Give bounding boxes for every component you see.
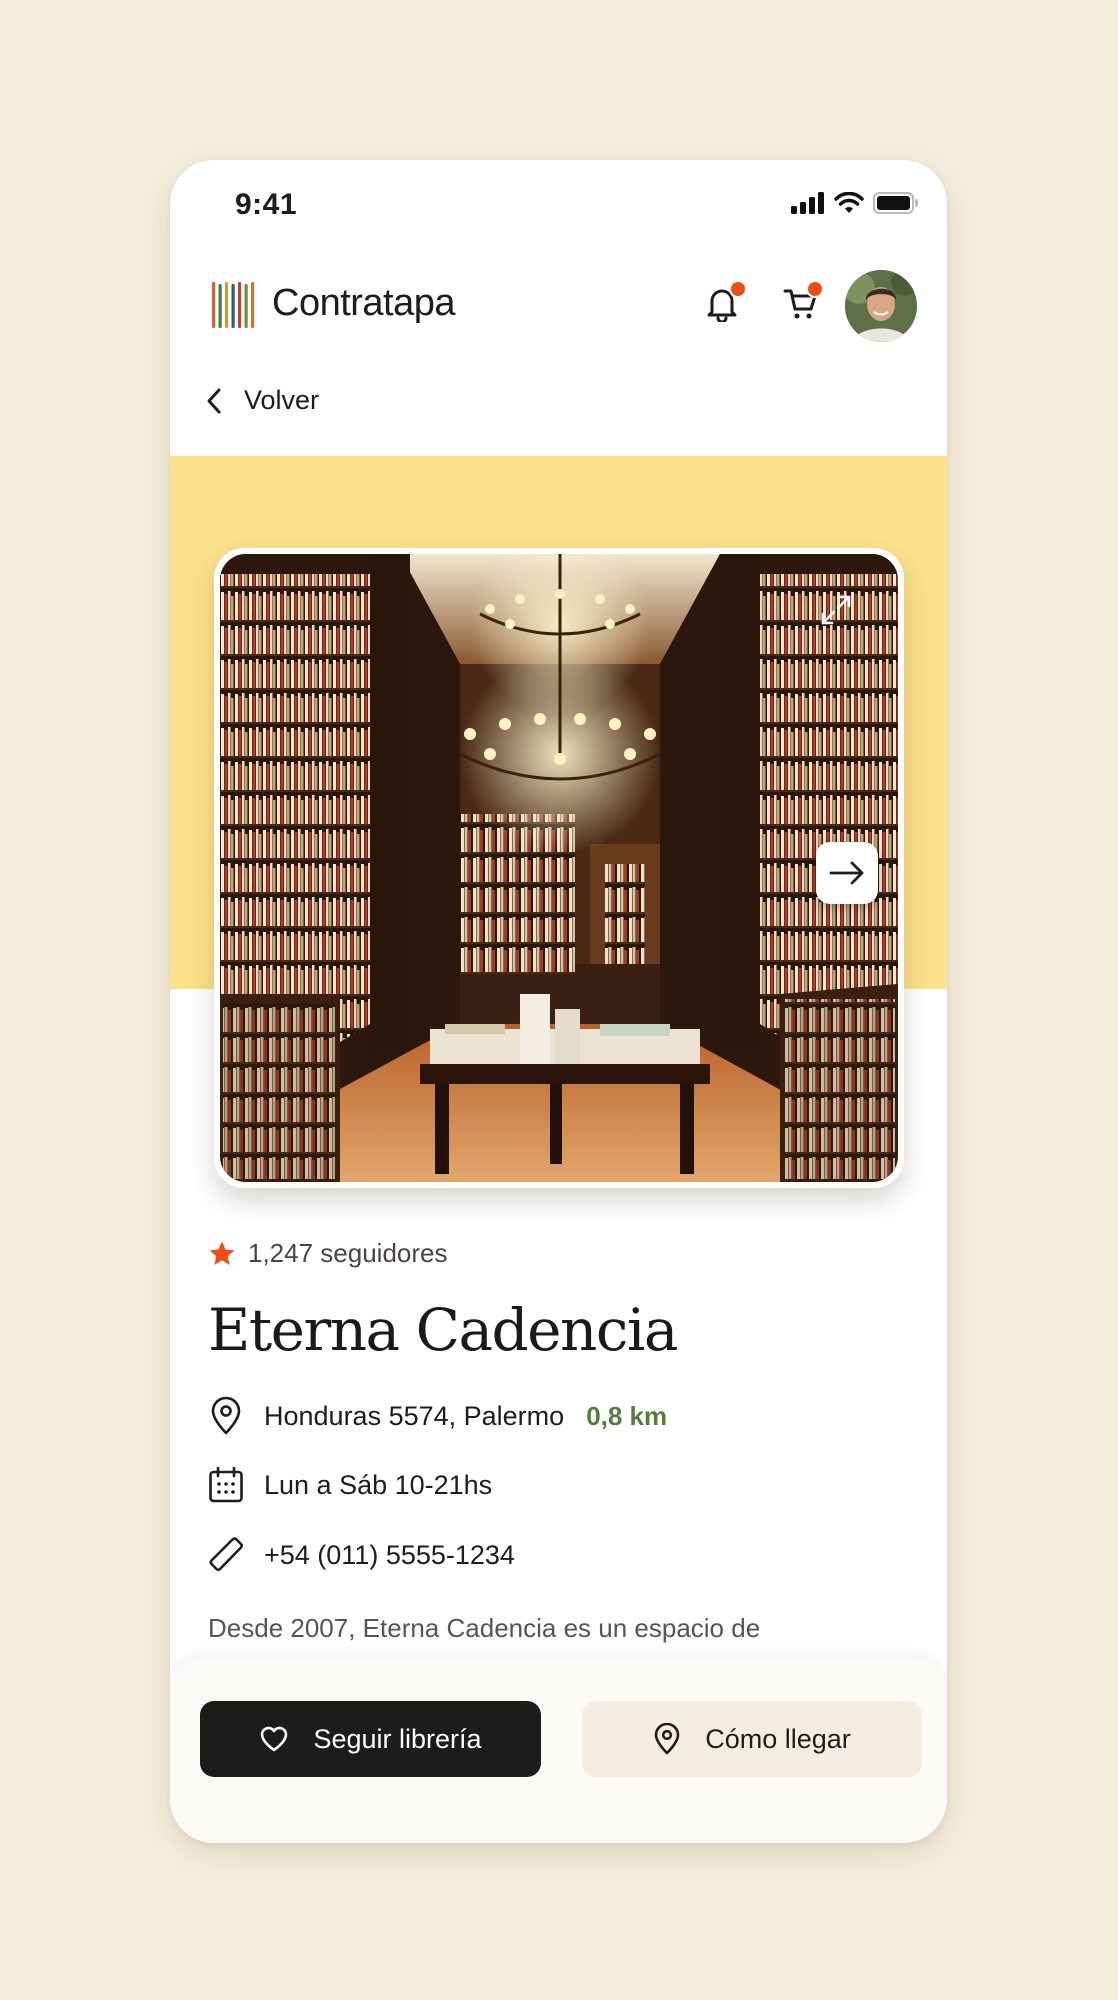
followers-count: 1,247 seguidores xyxy=(248,1238,448,1268)
back-button[interactable]: Volver xyxy=(206,385,319,416)
chevron-left-icon xyxy=(207,388,221,413)
directions-label: Cómo llegar xyxy=(705,1723,851,1754)
address-row: Honduras 5574, Palermo 0,8 km xyxy=(208,1396,667,1436)
store-distance: 0,8 km xyxy=(586,1400,668,1431)
status-time: 9:41 xyxy=(235,188,298,221)
battery-icon xyxy=(873,192,918,214)
arrow-right-icon xyxy=(829,861,864,885)
location-pin-icon xyxy=(654,1723,680,1755)
follow-store-button[interactable]: Seguir librería xyxy=(200,1701,541,1777)
expand-icon xyxy=(821,595,851,625)
brand-name: Contratapa xyxy=(272,282,456,324)
heart-icon xyxy=(261,1726,288,1752)
star-icon xyxy=(209,1241,235,1265)
store-name: Eterna Cadencia xyxy=(208,1296,678,1364)
bottom-action-bar: Seguir librería Cómo llegar xyxy=(170,1658,947,1843)
store-phone: +54 (011) 5555-1234 xyxy=(264,1539,515,1570)
user-avatar[interactable] xyxy=(845,270,917,342)
follow-store-label: Seguir librería xyxy=(313,1723,482,1754)
cart-badge xyxy=(806,280,824,298)
directions-button[interactable]: Cómo llegar xyxy=(582,1701,922,1777)
store-photo-card xyxy=(214,548,904,1188)
cart-button[interactable] xyxy=(776,278,826,328)
back-label: Volver xyxy=(244,385,320,415)
signal-icon xyxy=(791,192,824,214)
location-pin-icon xyxy=(211,1396,241,1435)
notification-badge xyxy=(729,280,747,298)
calendar-icon xyxy=(209,1466,243,1503)
phone-screen: 9:41 Contratapa Volver 1,247 seguidores … xyxy=(170,160,947,1843)
store-address: Honduras 5574, Palermo xyxy=(264,1400,565,1431)
notifications-button[interactable] xyxy=(697,278,747,328)
status-icons xyxy=(791,192,919,214)
phone-icon xyxy=(209,1537,244,1572)
store-description: Desde 2007, Eterna Cadencia es un espaci… xyxy=(208,1613,761,1643)
wifi-icon xyxy=(834,192,864,213)
store-photo[interactable] xyxy=(220,554,898,1182)
hours-row: Lun a Sáb 10-21hs xyxy=(208,1466,492,1504)
followers-row: 1,247 seguidores xyxy=(208,1238,447,1269)
next-photo-button[interactable] xyxy=(816,842,878,904)
brand-logo-mark xyxy=(210,282,260,335)
store-hours: Lun a Sáb 10-21hs xyxy=(264,1469,493,1500)
expand-photo-button[interactable] xyxy=(808,582,864,638)
phone-row[interactable]: +54 (011) 5555-1234 xyxy=(208,1536,515,1574)
